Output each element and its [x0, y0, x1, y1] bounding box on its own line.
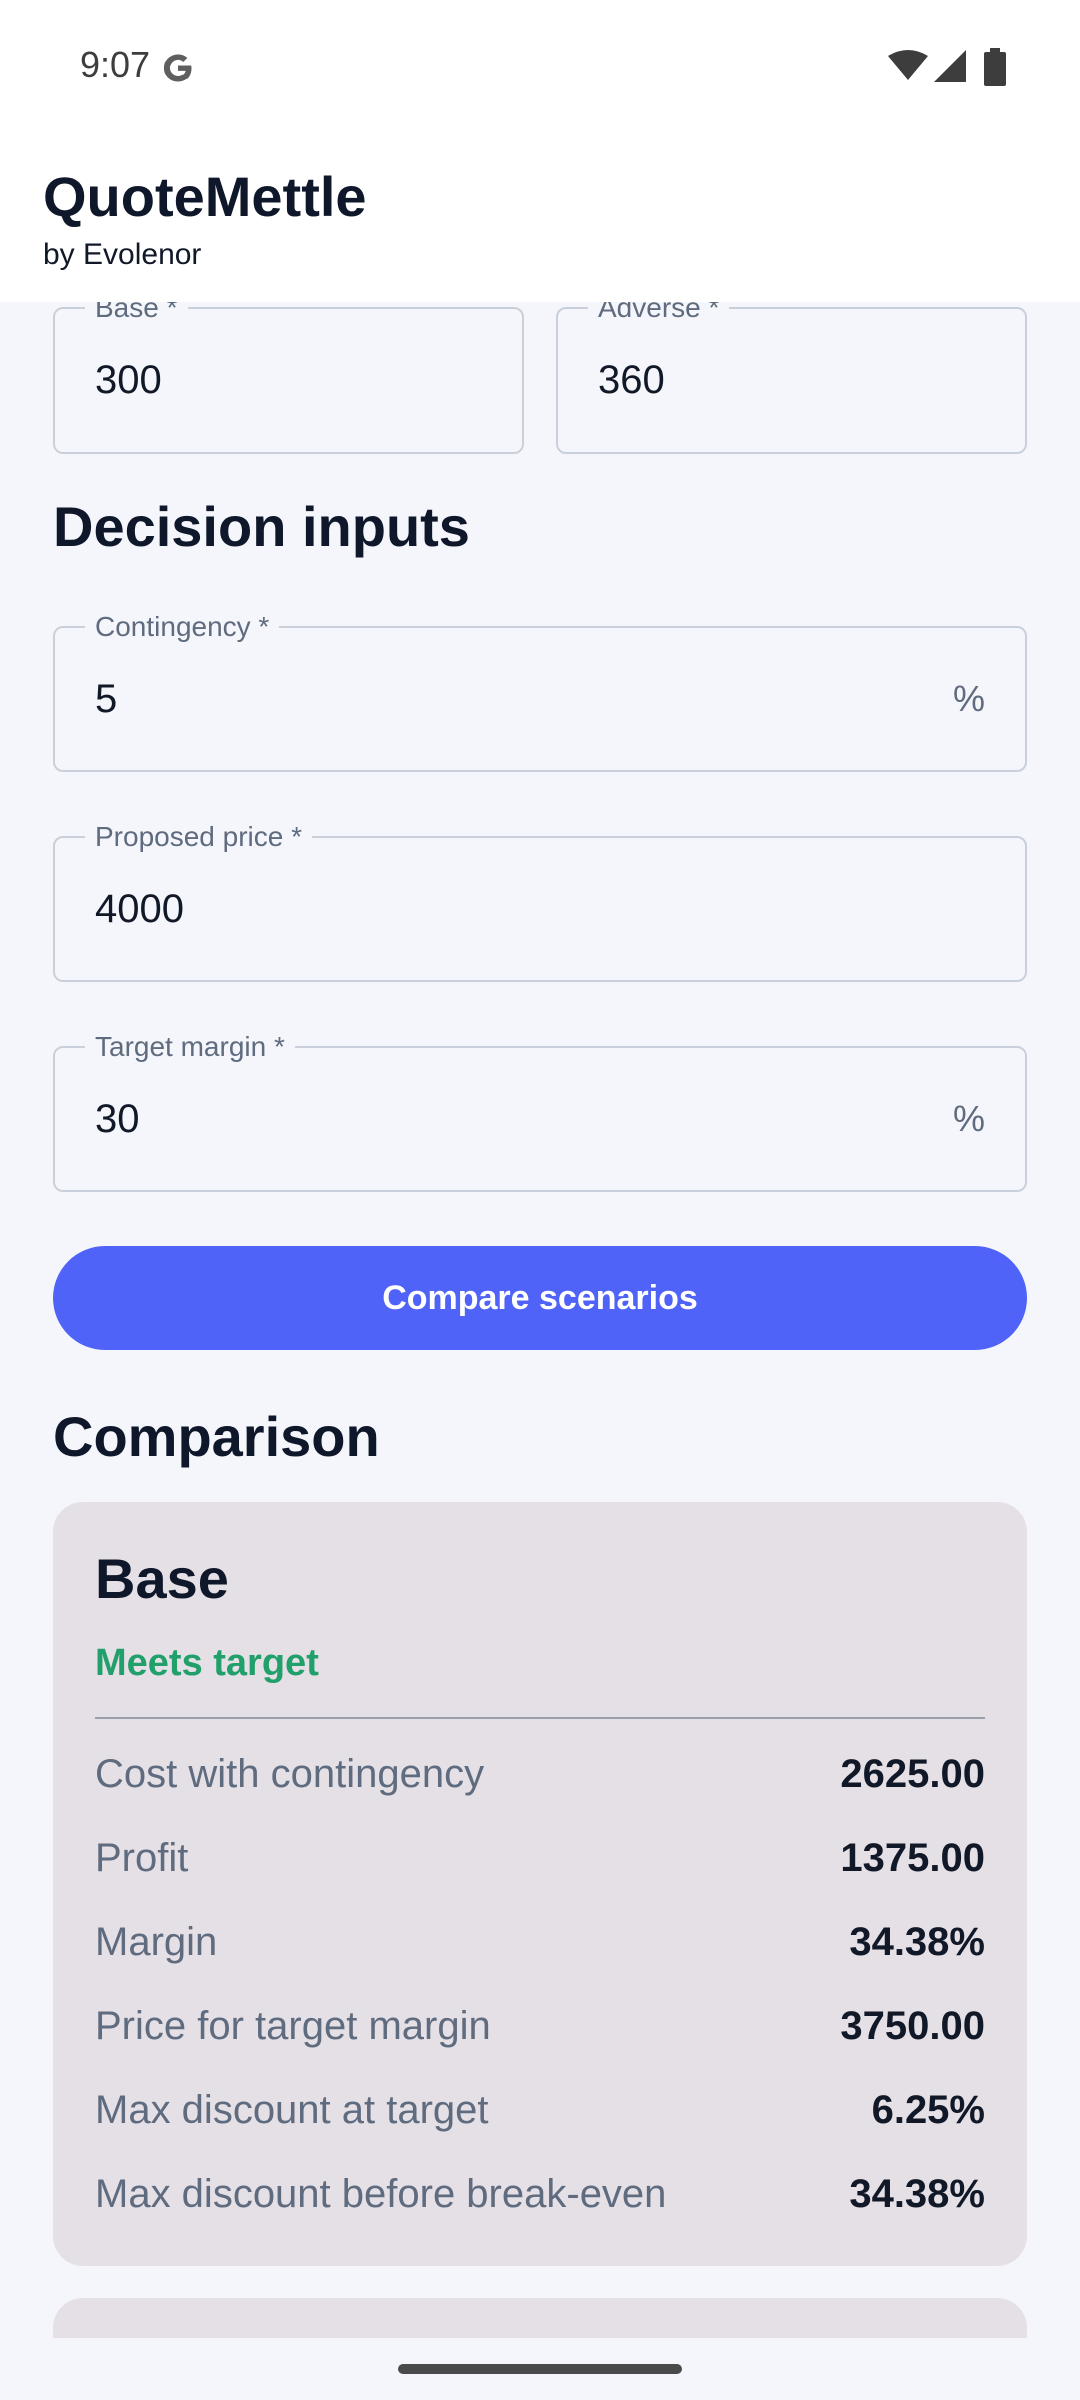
- metric-label: Profit: [95, 1835, 189, 1880]
- card-title: Base: [95, 1547, 229, 1610]
- home-gesture-handle[interactable]: [398, 2364, 682, 2374]
- metric-row: Max discount before break-even 34.38%: [95, 2164, 985, 2224]
- metric-label: Max discount at target: [95, 2087, 489, 2132]
- contingency-percent-suffix: %: [952, 678, 985, 719]
- target-margin-percent-suffix: %: [952, 1098, 985, 1139]
- app-title: QuoteMettle: [43, 165, 367, 228]
- metric-row: Price for target margin 3750.00: [95, 1996, 985, 2056]
- wifi-icon: [888, 50, 928, 80]
- target-margin-field-value[interactable]: 30: [95, 1048, 140, 1190]
- target-margin-field[interactable]: Target margin * 30 %: [53, 1031, 1027, 1192]
- metric-label: Max discount before break-even: [95, 2171, 667, 2216]
- metric-label: Price for target margin: [95, 2003, 491, 2048]
- metric-value: 2625.00: [840, 1751, 985, 1796]
- contingency-field-value[interactable]: 5: [95, 628, 117, 770]
- metric-row: Margin 34.38%: [95, 1912, 985, 1972]
- status-time: 9:07: [80, 44, 151, 85]
- base-field-value[interactable]: 300: [95, 309, 162, 452]
- base-field[interactable]: Base * 300: [53, 292, 524, 454]
- metric-value: 34.38%: [849, 1919, 985, 1964]
- metric-label: Margin: [95, 1919, 218, 1964]
- metric-row: Max discount at target 6.25%: [95, 2080, 985, 2140]
- signal-icon: [934, 50, 966, 82]
- adverse-field-value[interactable]: 360: [598, 309, 665, 452]
- metric-value: 3750.00: [840, 2003, 985, 2048]
- comparison-title: Comparison: [53, 1405, 380, 1468]
- metric-label: Cost with contingency: [95, 1751, 485, 1796]
- battery-icon: [984, 48, 1006, 86]
- compare-scenarios-button[interactable]: Compare scenarios: [53, 1246, 1027, 1350]
- contingency-field[interactable]: Contingency * 5 %: [53, 611, 1027, 772]
- proposed-price-field[interactable]: Proposed price * 4000: [53, 821, 1027, 982]
- metric-value: 1375.00: [840, 1835, 985, 1880]
- google-icon: [163, 54, 192, 82]
- scenario-card-base: Base Meets target Cost with contingency …: [53, 1502, 1027, 2266]
- metric-value: 6.25%: [871, 2087, 985, 2132]
- metric-row: Cost with contingency 2625.00: [95, 1744, 985, 1804]
- app-header: QuoteMettle by Evolenor: [0, 134, 1080, 302]
- adverse-field[interactable]: Adverse * 360: [556, 292, 1027, 454]
- decision-inputs-title: Decision inputs: [53, 495, 470, 558]
- scenario-card-next: [53, 2298, 1027, 2338]
- status-bar: 9:07: [0, 0, 1080, 134]
- app-subtitle: by Evolenor: [43, 238, 202, 271]
- metric-value: 34.38%: [849, 2171, 985, 2216]
- status-badge: Meets target: [95, 1642, 319, 1684]
- card-divider: [95, 1717, 985, 1719]
- proposed-price-field-value[interactable]: 4000: [95, 838, 184, 980]
- metric-row: Profit 1375.00: [95, 1828, 985, 1888]
